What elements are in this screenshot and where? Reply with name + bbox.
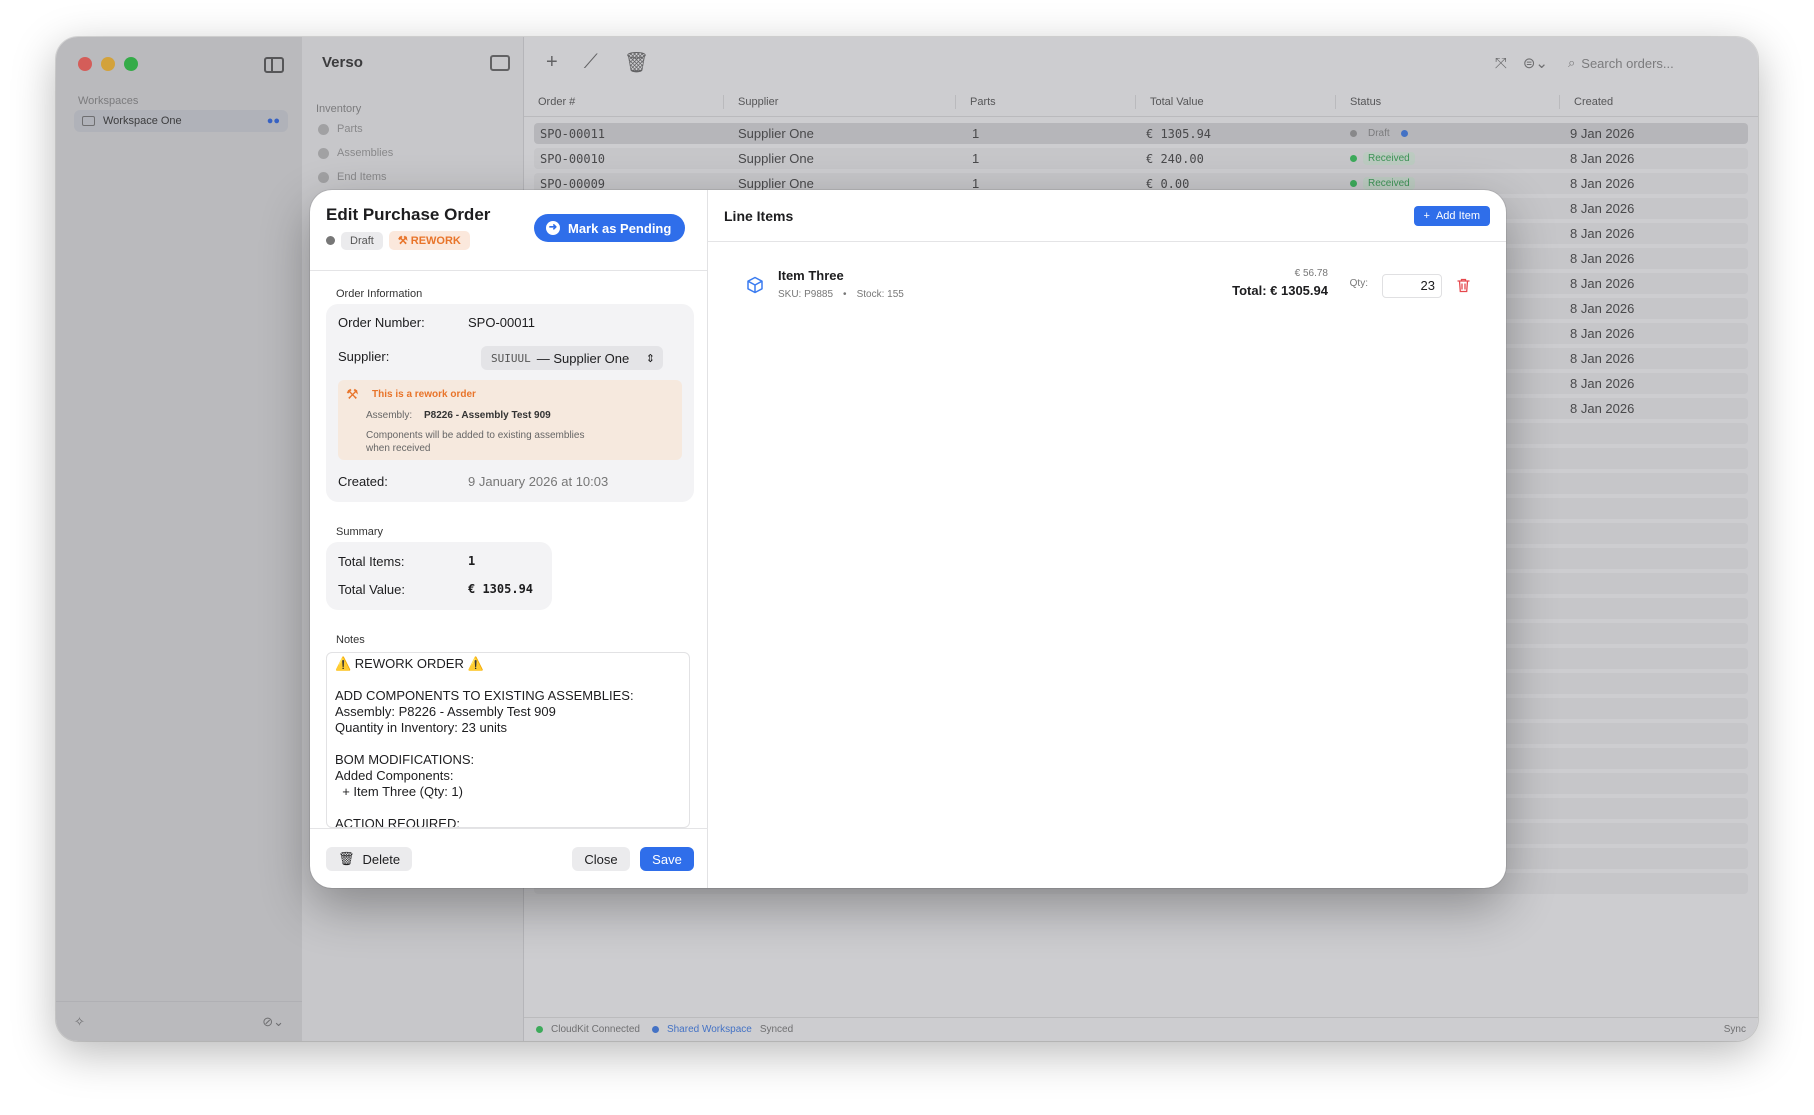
- total-value-label: Total Value:: [338, 582, 405, 597]
- item-unit-price: € 56.78: [1294, 268, 1328, 279]
- delete-button[interactable]: 🗑 Delete: [326, 847, 412, 871]
- order-info-card: Order Number: SPO-00011 Supplier: SUIUUL…: [326, 304, 694, 502]
- dialog-header: Edit Purchase Order Draft ⚒ REWORK ➜ Mar…: [310, 190, 707, 271]
- save-button[interactable]: Save: [640, 847, 694, 871]
- dialog-title: Edit Purchase Order: [326, 205, 491, 224]
- item-stock: Stock: 155: [856, 289, 904, 300]
- created-label: Created:: [338, 474, 388, 489]
- supplier-name: — Supplier One: [536, 350, 630, 366]
- line-items-panel: Line Items + Add Item Item Three SKU: P9…: [708, 190, 1506, 888]
- order-number-value: SPO-00011: [468, 315, 535, 330]
- chevron-updown-icon: ⇕: [645, 352, 655, 365]
- qty-label: Qty:: [1349, 278, 1368, 289]
- total-items-label: Total Items:: [338, 554, 405, 569]
- rework-title: This is a rework order: [372, 389, 476, 400]
- add-item-button[interactable]: + Add Item: [1413, 206, 1490, 226]
- line-items-title: Line Items: [724, 208, 794, 224]
- summary-heading: Summary: [336, 526, 384, 538]
- total-items-value: 1: [468, 554, 476, 568]
- assembly-value: P8226 - Assembly Test 909: [424, 410, 551, 421]
- item-total: Total: € 1305.94: [1232, 283, 1328, 298]
- arrow-right-icon: ➜: [546, 221, 560, 235]
- delete-label: Delete: [362, 851, 401, 867]
- notes-heading: Notes: [336, 634, 365, 646]
- trash-icon[interactable]: [1457, 278, 1470, 293]
- close-button[interactable]: Close: [572, 847, 630, 871]
- rework-note-line-2: when received: [366, 443, 431, 454]
- tools-icon: ⚒: [397, 235, 411, 247]
- meta-separator: •: [843, 289, 847, 300]
- add-item-label: Add Item: [1435, 210, 1480, 222]
- order-tags: Draft ⚒ REWORK: [326, 231, 470, 250]
- created-value: 9 January 2026 at 10:03: [468, 474, 609, 489]
- supplier-select[interactable]: SUIUUL — Supplier One ⇕: [481, 346, 663, 370]
- rework-note-line-1: Components will be added to existing ass…: [366, 430, 585, 441]
- summary-card: Total Items: 1 Total Value: € 1305.94: [326, 542, 552, 610]
- supplier-label: Supplier:: [338, 349, 390, 364]
- cube-icon: [747, 276, 763, 294]
- details-scroll[interactable]: Order Information Order Number: SPO-0001…: [310, 272, 708, 828]
- item-sku: SKU: P9885: [778, 289, 834, 300]
- draft-dot: [326, 236, 335, 245]
- trash-icon: 🗑: [337, 851, 355, 866]
- supplier-code: SUIUUL: [491, 351, 531, 365]
- order-number-label: Order Number:: [338, 315, 425, 330]
- order-info-heading: Order Information: [336, 288, 423, 300]
- total-value-value: € 1305.94: [468, 582, 534, 596]
- mark-pending-label: Mark as Pending: [568, 220, 672, 236]
- plus-icon: +: [1423, 210, 1430, 222]
- quantity-input[interactable]: 23: [1382, 274, 1442, 298]
- tools-icon: ⚒: [346, 386, 359, 402]
- dialog-footer: 🗑 Delete Close Save: [310, 828, 708, 888]
- rework-notice: ⚒ This is a rework order Assembly: P8226…: [338, 380, 682, 460]
- assembly-label: Assembly:: [366, 410, 413, 421]
- item-name: Item Three: [778, 268, 844, 283]
- edit-order-dialog: Edit Purchase Order Draft ⚒ REWORK ➜ Mar…: [310, 190, 1506, 888]
- order-details-panel: Edit Purchase Order Draft ⚒ REWORK ➜ Mar…: [310, 190, 708, 888]
- rework-badge: ⚒ REWORK: [388, 231, 470, 250]
- notes-textarea[interactable]: ⚠️ REWORK ORDER ⚠️ ADD COMPONENTS TO EXI…: [326, 652, 690, 828]
- item-meta: SKU: P9885 • Stock: 155: [778, 289, 904, 300]
- mark-pending-button[interactable]: ➜ Mark as Pending: [534, 214, 686, 242]
- draft-badge: Draft: [341, 231, 383, 250]
- list-item[interactable]: Item Three SKU: P9885 • Stock: 155 € 56.…: [736, 268, 1478, 312]
- line-items-header: Line Items + Add Item: [708, 190, 1506, 242]
